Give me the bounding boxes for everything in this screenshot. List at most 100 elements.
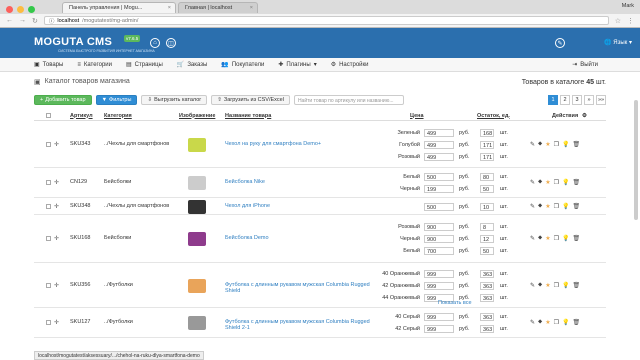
select-all-checkbox[interactable] bbox=[46, 113, 51, 118]
product-image[interactable] bbox=[188, 278, 206, 293]
price-input[interactable]: 500 bbox=[424, 173, 454, 181]
bulb-icon[interactable]: 💡 bbox=[562, 141, 569, 148]
show-all-variants-link[interactable]: Показать все bbox=[438, 300, 472, 306]
header-name[interactable]: Название товара bbox=[225, 113, 271, 119]
trash-icon[interactable]: 🗑 bbox=[573, 179, 581, 186]
drag-handle-icon[interactable]: ✛ bbox=[54, 319, 59, 326]
price-input[interactable]: 499 bbox=[424, 140, 454, 149]
price-input[interactable]: 999 bbox=[424, 281, 454, 290]
nav-categories[interactable]: ≡ Категории bbox=[77, 62, 112, 68]
stock-input[interactable]: 80 bbox=[480, 173, 494, 181]
price-input[interactable]: 499 bbox=[424, 128, 454, 137]
copy-icon[interactable]: ❐ bbox=[554, 179, 559, 186]
header-category[interactable]: Категория bbox=[104, 113, 132, 119]
header-article[interactable]: Артикул bbox=[70, 113, 93, 119]
stock-input[interactable]: 363 bbox=[480, 293, 494, 302]
price-input[interactable]: 499 bbox=[424, 152, 454, 161]
bulb-icon[interactable]: 💡 bbox=[562, 179, 569, 186]
product-name-link[interactable]: Чехол на руку для смартфона Demo+ bbox=[225, 141, 375, 147]
tag-icon[interactable]: ⬥ bbox=[538, 179, 542, 186]
product-name-link[interactable]: Бейсболка Demo bbox=[225, 235, 375, 241]
tag-icon[interactable]: ⬥ bbox=[538, 203, 542, 210]
stock-input[interactable]: 8 bbox=[480, 223, 494, 231]
copy-icon[interactable]: ❐ bbox=[554, 141, 559, 148]
nav-exit[interactable]: ⇥ Выйти bbox=[572, 61, 598, 69]
drag-handle-icon[interactable]: ✛ bbox=[54, 235, 59, 242]
stock-input[interactable]: 171 bbox=[480, 152, 494, 161]
price-input[interactable]: 999 bbox=[424, 313, 454, 321]
menu-icon[interactable]: ⋮ bbox=[627, 17, 634, 25]
tag-icon[interactable]: ⬥ bbox=[538, 235, 542, 242]
header-price[interactable]: Цена bbox=[410, 113, 424, 119]
bulb-icon[interactable]: 💡 bbox=[562, 203, 569, 210]
export-catalog-button[interactable]: ⇩ Выгрузить каталог bbox=[141, 95, 208, 105]
nav-settings[interactable]: ⚙ Настройки bbox=[331, 61, 369, 69]
add-product-button[interactable]: + Добавить товар bbox=[34, 95, 92, 105]
bulb-icon[interactable]: 💡 bbox=[562, 282, 569, 289]
product-image[interactable] bbox=[188, 316, 206, 330]
edit-icon[interactable]: ✎ bbox=[530, 179, 535, 186]
product-name-link[interactable]: Футболка с длинным рукавом мужская Colum… bbox=[225, 282, 375, 294]
copy-icon[interactable]: ❐ bbox=[554, 282, 559, 289]
edit-icon[interactable]: ✎ bbox=[530, 235, 535, 242]
copy-icon[interactable]: ❐ bbox=[554, 203, 559, 210]
product-name-link[interactable]: Футболка с длинным рукавом мужская Colum… bbox=[225, 319, 375, 331]
nav-pages[interactable]: ▤ Страницы bbox=[126, 61, 163, 69]
row-checkbox[interactable] bbox=[46, 282, 51, 288]
nav-customers[interactable]: 👥 Покупатели bbox=[221, 61, 264, 69]
edit-icon[interactable]: ✎ bbox=[530, 319, 535, 326]
recommend-star-icon[interactable]: ★ bbox=[545, 282, 550, 289]
maximize-window-button[interactable] bbox=[28, 6, 35, 13]
drag-handle-icon[interactable]: ✛ bbox=[54, 203, 59, 210]
nav-products[interactable]: ▣ Товары bbox=[34, 61, 63, 69]
price-input[interactable]: 199 bbox=[424, 185, 454, 193]
price-input[interactable]: 700 bbox=[424, 247, 454, 255]
page-next[interactable]: » bbox=[584, 95, 594, 105]
page-last[interactable]: »» bbox=[596, 95, 606, 105]
copy-icon[interactable]: ❐ bbox=[554, 319, 559, 326]
page-2[interactable]: 2 bbox=[560, 95, 570, 105]
gear-icon[interactable]: ⚙ bbox=[582, 113, 587, 119]
price-input[interactable]: 999 bbox=[424, 269, 454, 278]
row-checkbox[interactable] bbox=[46, 320, 51, 325]
copy-icon[interactable]: ❐ bbox=[554, 235, 559, 242]
stock-input[interactable]: 363 bbox=[480, 281, 494, 290]
recommend-star-icon[interactable]: ★ bbox=[545, 319, 550, 326]
nav-orders[interactable]: 🛒 Заказы bbox=[177, 61, 208, 69]
trash-icon[interactable]: 🗑 bbox=[573, 282, 581, 289]
stock-input[interactable]: 50 bbox=[480, 185, 494, 193]
bulb-icon[interactable]: 💡 bbox=[562, 235, 569, 242]
open-site-icon[interactable]: ⌂ bbox=[150, 38, 160, 48]
nav-plugins[interactable]: ✚ Плагины ▾ bbox=[278, 61, 316, 69]
trash-icon[interactable]: 🗑 bbox=[573, 141, 581, 148]
price-input[interactable]: 999 bbox=[424, 325, 454, 333]
page-info-icon[interactable]: ⓘ bbox=[49, 17, 55, 25]
drag-handle-icon[interactable]: ✛ bbox=[54, 179, 59, 186]
close-tab-icon[interactable]: × bbox=[250, 5, 253, 11]
stock-input[interactable]: 171 bbox=[480, 140, 494, 149]
stock-input[interactable]: 363 bbox=[480, 313, 494, 321]
price-input[interactable]: 900 bbox=[424, 223, 454, 231]
recommend-star-icon[interactable]: ★ bbox=[545, 141, 550, 148]
price-input[interactable]: 500 bbox=[424, 202, 454, 211]
browser-tab-admin[interactable]: Панель управления | Mogu... × bbox=[62, 2, 176, 13]
recommend-star-icon[interactable]: ★ bbox=[545, 235, 550, 242]
row-checkbox[interactable] bbox=[46, 203, 51, 209]
row-checkbox[interactable] bbox=[46, 236, 51, 241]
edit-icon[interactable]: ✎ bbox=[530, 141, 535, 148]
import-csv-button[interactable]: ⇧ Загрузить из CSV/Excel bbox=[211, 95, 290, 105]
stock-input[interactable]: 50 bbox=[480, 247, 494, 255]
reload-icon[interactable]: ↻ bbox=[32, 17, 38, 25]
page-3[interactable]: 3 bbox=[572, 95, 582, 105]
close-tab-icon[interactable]: × bbox=[168, 5, 171, 11]
url-field[interactable]: ⓘ localhost/mogutatest/mg-admin/ bbox=[43, 16, 609, 25]
row-checkbox[interactable] bbox=[46, 141, 51, 147]
product-image[interactable] bbox=[188, 199, 206, 214]
product-name-link[interactable]: Бейсболка Nike bbox=[225, 179, 375, 185]
stock-input[interactable]: 10 bbox=[480, 202, 494, 211]
stock-input[interactable]: 168 bbox=[480, 128, 494, 137]
product-image[interactable] bbox=[188, 232, 206, 246]
tag-icon[interactable]: ⬥ bbox=[538, 282, 542, 289]
header-stock[interactable]: Остаток, ед. bbox=[477, 113, 510, 119]
edit-mode-icon[interactable]: ✎ bbox=[555, 38, 565, 48]
